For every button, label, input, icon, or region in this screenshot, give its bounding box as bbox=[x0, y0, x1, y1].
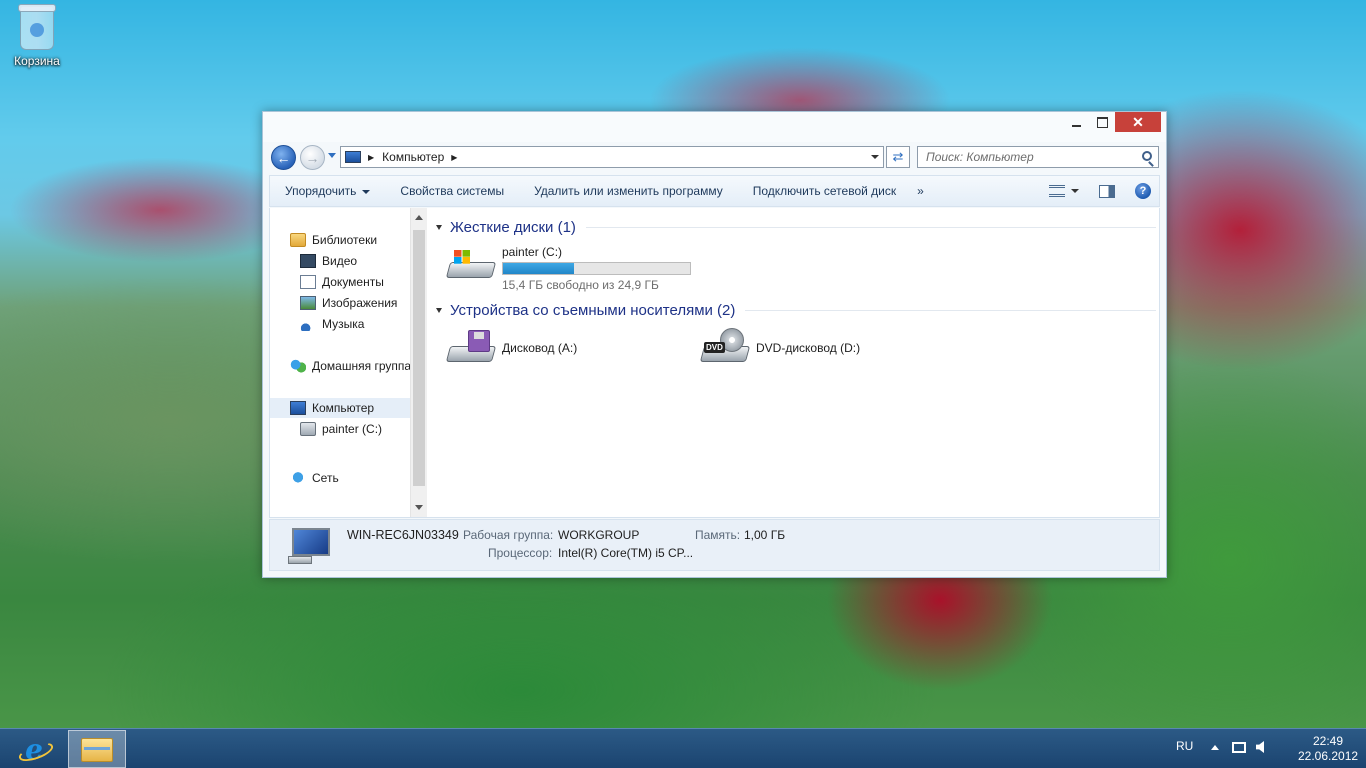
explorer-window: ✕ ← → ▶ Компьютер ▶ ⇄ Поиск: Компьютер У… bbox=[262, 111, 1167, 578]
clock-time: 22:49 bbox=[1312, 734, 1344, 748]
volume-icon[interactable] bbox=[1256, 741, 1264, 753]
navigation-row: ← → ▶ Компьютер ▶ ⇄ Поиск: Компьютер bbox=[263, 144, 1166, 170]
hard-drive-icon bbox=[300, 422, 316, 436]
drive-c-name: painter (C:) bbox=[502, 245, 563, 259]
close-button[interactable]: ✕ bbox=[1115, 112, 1161, 132]
collapse-icon[interactable] bbox=[436, 308, 442, 313]
images-icon bbox=[300, 296, 316, 310]
dvd-drive-item[interactable]: DVD DVD-дисковод (D:) bbox=[699, 328, 860, 368]
removable-group-header[interactable]: Устройства со съемными носителями (2) bbox=[436, 302, 1156, 319]
nav-item-computer[interactable]: Компьютер bbox=[270, 398, 410, 418]
nav-item-video[interactable]: Видео bbox=[300, 251, 357, 271]
memory-label: Память: bbox=[695, 528, 741, 542]
floppy-drive-icon bbox=[445, 328, 497, 368]
address-bar[interactable]: ▶ Компьютер ▶ bbox=[340, 146, 884, 168]
search-placeholder: Поиск: Компьютер bbox=[926, 150, 1034, 164]
breadcrumb-computer[interactable]: Компьютер bbox=[382, 150, 444, 164]
computer-icon bbox=[345, 151, 361, 163]
taskbar: e RU 22:49 22.06.2012 bbox=[0, 728, 1366, 768]
forward-button[interactable]: → bbox=[300, 145, 325, 170]
breadcrumb-separator-icon[interactable]: ▶ bbox=[368, 153, 374, 162]
scroll-down-icon[interactable] bbox=[415, 505, 423, 510]
nav-item-music[interactable]: Музыка bbox=[300, 314, 364, 334]
video-icon bbox=[300, 254, 316, 268]
refresh-button[interactable]: ⇄ bbox=[886, 146, 910, 168]
show-hidden-icons-icon[interactable] bbox=[1211, 745, 1219, 750]
nav-item-homegroup[interactable]: Домашняя группа bbox=[290, 356, 411, 376]
search-input[interactable]: Поиск: Компьютер bbox=[917, 146, 1159, 168]
address-dropdown-icon[interactable] bbox=[871, 155, 879, 159]
navigation-scrollbar[interactable] bbox=[410, 208, 427, 517]
drive-c-usage-fill bbox=[503, 263, 575, 274]
map-network-drive-button[interactable]: Подключить сетевой диск bbox=[738, 184, 911, 198]
recycle-bin[interactable]: Корзина bbox=[8, 4, 66, 68]
details-pane: WIN-REC6JN03349 Рабочая группа: WORKGROU… bbox=[269, 519, 1160, 571]
network-status-icon[interactable] bbox=[1232, 742, 1246, 753]
back-button[interactable]: ← bbox=[271, 145, 296, 170]
search-icon[interactable] bbox=[1142, 151, 1152, 161]
drive-c-free-space: 15,4 ГБ свободно из 24,9 ГБ bbox=[502, 278, 659, 292]
content-pane: Жесткие диски (1) painter (C:) 15,4 ГБ с… bbox=[430, 208, 1159, 517]
computer-name: WIN-REC6JN03349 bbox=[347, 528, 459, 542]
nav-item-images[interactable]: Изображения bbox=[300, 293, 397, 313]
floppy-drive-item[interactable]: Дисковод (A:) bbox=[445, 328, 577, 368]
organize-button[interactable]: Упорядочить bbox=[270, 184, 385, 198]
computer-monitor-icon bbox=[288, 526, 332, 564]
network-icon bbox=[290, 471, 306, 485]
navigation-pane: Библиотеки Видео Документы Изображения М… bbox=[270, 208, 428, 517]
libraries-icon bbox=[290, 233, 306, 247]
clock[interactable]: 22:49 22.06.2012 bbox=[1298, 734, 1358, 764]
scroll-up-icon[interactable] bbox=[415, 215, 423, 220]
chevron-down-icon[interactable] bbox=[1071, 189, 1079, 193]
nav-item-drive-c[interactable]: painter (C:) bbox=[300, 419, 382, 439]
scroll-thumb[interactable] bbox=[413, 230, 425, 486]
dvd-drive-icon: DVD bbox=[699, 328, 751, 368]
processor-label: Процессор: bbox=[488, 546, 553, 560]
windows-logo-icon bbox=[454, 250, 470, 264]
folder-icon bbox=[81, 738, 113, 762]
nav-item-network[interactable]: Сеть bbox=[290, 468, 339, 488]
collapse-icon[interactable] bbox=[436, 225, 442, 230]
change-view-icon[interactable] bbox=[1049, 185, 1065, 197]
memory-value: 1,00 ГБ bbox=[744, 528, 786, 542]
breadcrumb-separator-icon[interactable]: ▶ bbox=[451, 153, 457, 162]
computer-icon bbox=[290, 401, 306, 415]
uninstall-program-button[interactable]: Удалить или изменить программу bbox=[519, 184, 738, 198]
music-icon bbox=[300, 317, 316, 331]
nav-item-documents[interactable]: Документы bbox=[300, 272, 384, 292]
nav-item-libraries[interactable]: Библиотеки bbox=[290, 230, 377, 250]
recent-locations-icon[interactable] bbox=[328, 153, 336, 158]
file-explorer-taskbar-button[interactable] bbox=[68, 730, 126, 768]
language-indicator[interactable]: RU bbox=[1176, 739, 1193, 753]
hard-drive-icon bbox=[445, 244, 497, 284]
more-commands-button[interactable]: » bbox=[911, 184, 930, 198]
workgroup-value: WORKGROUP bbox=[558, 528, 640, 542]
system-properties-button[interactable]: Свойства системы bbox=[385, 184, 519, 198]
minimize-button[interactable] bbox=[1063, 112, 1089, 132]
recycle-bin-icon bbox=[18, 4, 56, 50]
processor-value: Intel(R) Core(TM) i5 CP... bbox=[558, 546, 694, 560]
workgroup-label: Рабочая группа: bbox=[463, 528, 554, 542]
documents-icon bbox=[300, 275, 316, 289]
maximize-button[interactable] bbox=[1089, 112, 1115, 132]
chevron-down-icon bbox=[362, 189, 371, 194]
preview-pane-icon[interactable] bbox=[1099, 184, 1115, 198]
hard-drives-group-header[interactable]: Жесткие диски (1) bbox=[436, 219, 1156, 236]
homegroup-icon bbox=[290, 359, 306, 373]
help-icon[interactable]: ? bbox=[1135, 183, 1151, 199]
clock-date: 22.06.2012 bbox=[1298, 749, 1359, 763]
title-bar[interactable]: ✕ bbox=[263, 112, 1166, 142]
recycle-bin-label: Корзина bbox=[14, 54, 60, 68]
command-bar: Упорядочить Свойства системы Удалить или… bbox=[269, 175, 1160, 207]
drive-c-usage-bar bbox=[502, 262, 691, 275]
window-body: Библиотеки Видео Документы Изображения М… bbox=[269, 208, 1160, 518]
drive-c-item[interactable]: painter (C:) 15,4 ГБ свободно из 24,9 ГБ bbox=[445, 244, 691, 292]
internet-explorer-icon[interactable]: e bbox=[14, 733, 54, 766]
